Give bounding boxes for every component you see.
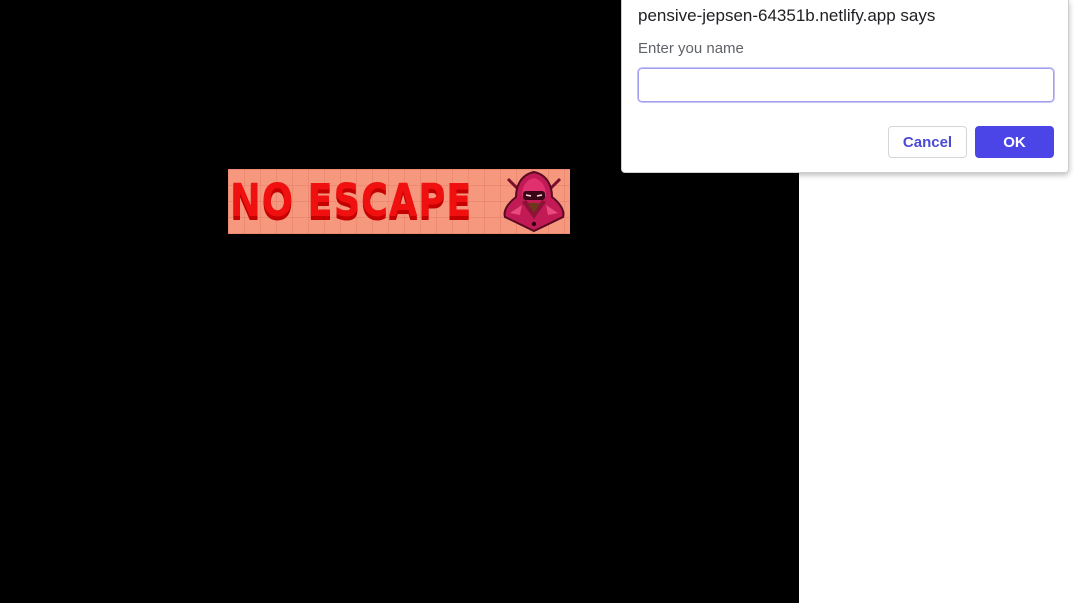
browser-viewport: NO ESCAPE pensive-jepsen-64351b.netlify.…: [0, 0, 1074, 603]
dialog-title: pensive-jepsen-64351b.netlify.app says: [638, 6, 936, 25]
name-input[interactable]: [637, 67, 1055, 103]
ok-button[interactable]: OK: [975, 126, 1054, 158]
cancel-button[interactable]: Cancel: [888, 126, 967, 158]
game-logo-banner: NO ESCAPE: [228, 169, 570, 234]
dialog-message: Enter you name: [638, 40, 744, 57]
hooded-ninja-icon: [503, 170, 565, 233]
game-logo-title: NO ESCAPE: [230, 174, 473, 227]
prompt-dialog: pensive-jepsen-64351b.netlify.app says E…: [621, 0, 1069, 173]
